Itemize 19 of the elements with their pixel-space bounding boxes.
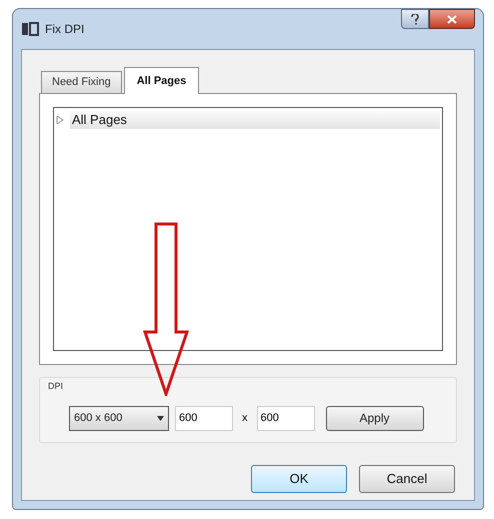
window-title: Fix DPI — [45, 21, 84, 38]
tab[interactable]: All Pages — [124, 67, 200, 94]
height-field[interactable]: 600 — [256, 406, 314, 430]
expand-icon[interactable] — [56, 116, 64, 124]
help-icon — [411, 14, 419, 24]
help-button[interactable] — [401, 9, 429, 29]
dpi-dropdown[interactable]: 600 x 600 — [69, 406, 169, 430]
app-icon — [21, 21, 39, 37]
close-icon — [447, 14, 457, 24]
apply-button[interactable]: Apply — [326, 406, 424, 430]
by-label: x — [241, 410, 248, 426]
ok-button[interactable]: OK — [251, 465, 347, 493]
caret-icon — [157, 416, 164, 420]
width-field[interactable]: 600 — [175, 406, 233, 430]
close-button[interactable] — [429, 9, 475, 29]
tree-item[interactable]: All Pages — [70, 111, 440, 129]
tab[interactable]: Need Fixing — [41, 71, 122, 93]
group-label: DPI — [48, 380, 64, 393]
cancel-button[interactable]: Cancel — [359, 465, 455, 493]
